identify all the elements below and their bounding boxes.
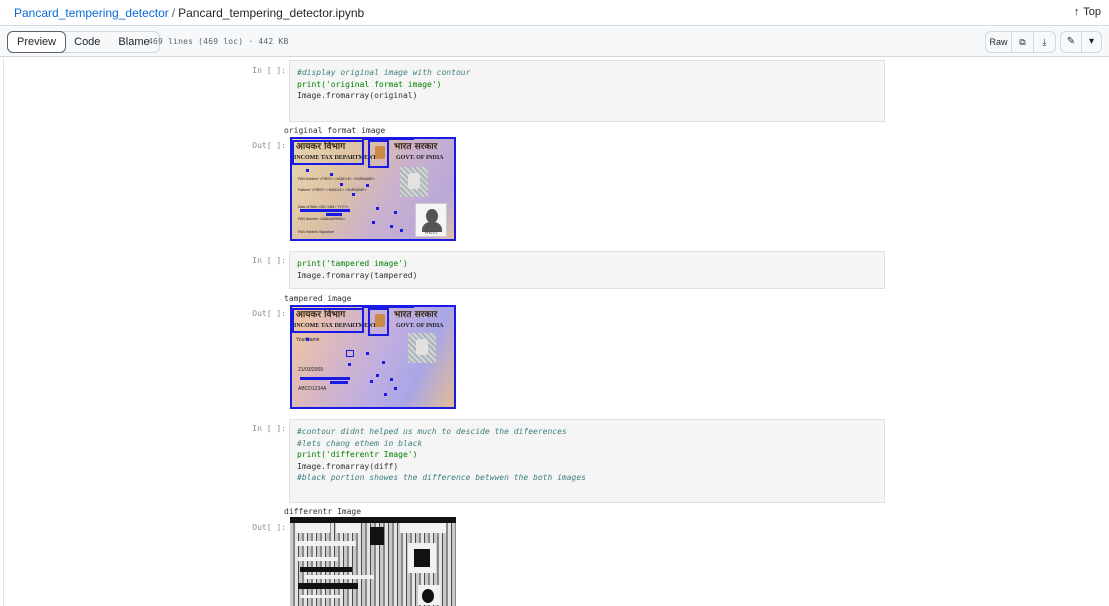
tab-preview[interactable]: Preview bbox=[7, 31, 67, 53]
stream-output: original format image bbox=[284, 126, 386, 135]
code-cell[interactable]: #display original image with contour pri… bbox=[289, 60, 885, 122]
edit-actions: ✎ ▾ bbox=[1060, 31, 1102, 53]
pencil-icon[interactable]: ✎ bbox=[1061, 32, 1081, 52]
code-line: print('tampered image') bbox=[297, 259, 408, 268]
view-switcher: Preview Code Blame bbox=[7, 31, 160, 53]
in-prompt: In [ ]: bbox=[252, 424, 286, 433]
difference-image bbox=[290, 517, 456, 606]
chevron-down-icon[interactable]: ▾ bbox=[1081, 32, 1101, 52]
out-prompt: Out[ ]: bbox=[252, 309, 286, 318]
code-line: #lets chang ethem in black bbox=[297, 438, 423, 448]
pan-card-original-image: आयकर विभाग भारत सरकार INCOME TAX DEPARTM… bbox=[290, 137, 456, 241]
code-line: #display original image with contour bbox=[297, 68, 471, 77]
copy-icon[interactable]: ⧉ bbox=[1011, 32, 1033, 52]
code-line: print('differentr Image') bbox=[297, 450, 418, 459]
arrow-up-icon: ↑ bbox=[1073, 6, 1080, 18]
top-label: Top bbox=[1083, 6, 1101, 18]
pan-card-tampered-image: आयकर विभाग भारत सरकार INCOME TAX DEPARTM… bbox=[290, 305, 456, 409]
file-toolbar: Preview Code Blame 469 lines (469 loc) ·… bbox=[0, 27, 1109, 57]
out-prompt: Out[ ]: bbox=[252, 523, 286, 532]
top-button[interactable]: ↑ Top bbox=[1074, 6, 1101, 18]
code-cell[interactable]: #contour didnt helped us much to descide… bbox=[289, 419, 885, 503]
code-line: Image.fromarray(original) bbox=[297, 91, 418, 100]
code-line: #black portion showes the difference bet… bbox=[297, 473, 586, 482]
out-prompt: Out[ ]: bbox=[252, 141, 286, 150]
download-icon[interactable]: ⤓ bbox=[1033, 32, 1055, 52]
notebook-preview bbox=[3, 58, 1109, 606]
breadcrumb-file: Pancard_tempering_detector.ipynb bbox=[178, 6, 365, 20]
in-prompt: In [ ]: bbox=[252, 256, 286, 265]
code-cell[interactable]: print('tampered image') Image.fromarray(… bbox=[289, 251, 885, 289]
breadcrumb-separator: / bbox=[171, 6, 176, 20]
stream-output: differentr Image bbox=[284, 507, 362, 516]
file-header: Pancard_tempering_detector / Pancard_tempe… bbox=[0, 0, 1109, 26]
raw-actions: Raw ⧉ ⤓ bbox=[985, 31, 1056, 53]
stream-output: tampered image bbox=[284, 294, 352, 303]
code-line: print('original format image') bbox=[297, 79, 442, 89]
raw-button[interactable]: Raw bbox=[986, 32, 1011, 52]
breadcrumb: Pancard_tempering_detector / Pancard_tempe… bbox=[14, 6, 364, 20]
file-meta: 469 lines (469 loc) · 442 KB bbox=[148, 37, 289, 46]
breadcrumb-repo-link[interactable]: Pancard_tempering_detector bbox=[14, 6, 169, 20]
code-line: Image.fromarray(tampered) bbox=[297, 270, 418, 280]
code-line: #contour didnt helped us much to descide… bbox=[297, 427, 567, 436]
tab-code[interactable]: Code bbox=[65, 32, 109, 52]
in-prompt: In [ ]: bbox=[252, 66, 286, 75]
code-line: Image.fromarray(diff) bbox=[297, 461, 399, 471]
